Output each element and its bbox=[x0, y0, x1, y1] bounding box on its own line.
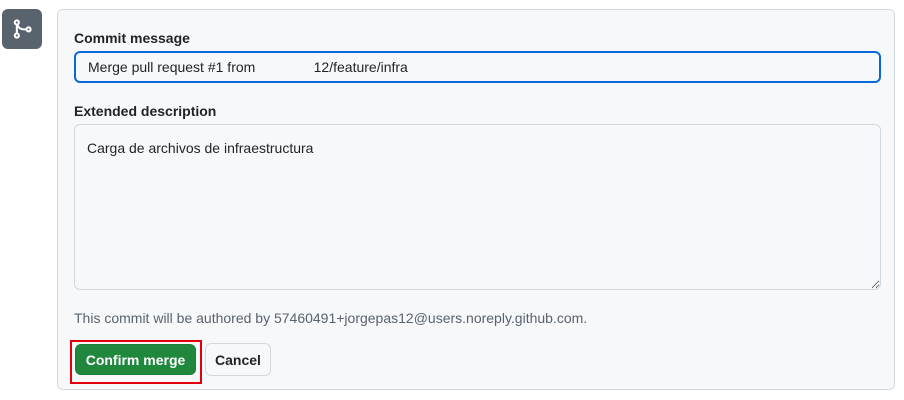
extended-description-label: Extended description bbox=[74, 103, 217, 119]
confirm-merge-button[interactable]: Confirm merge bbox=[75, 344, 196, 375]
author-note: This commit will be authored by 57460491… bbox=[74, 310, 588, 326]
commit-message-input[interactable] bbox=[74, 51, 881, 83]
git-merge-icon bbox=[13, 19, 32, 39]
extended-description-textarea[interactable]: Carga de archivos de infraestructura bbox=[74, 124, 881, 290]
git-merge-icon-badge bbox=[2, 9, 42, 49]
cancel-button[interactable]: Cancel bbox=[205, 343, 271, 376]
merge-form-panel: Commit message Extended description Carg… bbox=[57, 9, 895, 390]
commit-message-label: Commit message bbox=[74, 30, 190, 46]
